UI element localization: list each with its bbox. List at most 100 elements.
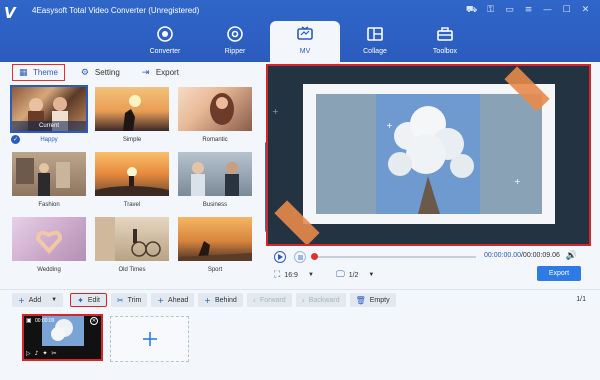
window-controls: ⛟ ⚿ ▭ ≡ — ☐ ✕ <box>463 3 594 17</box>
tv-icon <box>297 26 313 40</box>
theme-label: Happy <box>40 137 58 143</box>
play-icon <box>278 254 283 260</box>
clip-item[interactable]: ▣ 00:00:09 ✕ ▷ ♪ ✦ ✂ <box>22 314 103 361</box>
forward-button[interactable]: ‹ Forward <box>246 293 292 307</box>
plus-icon: + <box>18 295 25 305</box>
theme-thumbnail: Current <box>10 85 88 133</box>
thumbnail-image <box>95 217 161 261</box>
video-icon: ▣ <box>26 317 32 324</box>
sub-tabs: ▦ Theme ⚙ Setting ⇥ Export <box>12 64 185 81</box>
theme-panel: ▦ Theme ⚙ Setting ⇥ Export Current ✓ Hap… <box>8 62 268 284</box>
aspect-ratio-select[interactable]: ⛶ 16:9 ▼ <box>274 270 314 280</box>
ahead-button[interactable]: + Ahead <box>151 293 195 307</box>
cart-icon[interactable]: ⛟ <box>463 3 480 17</box>
tab-mv[interactable]: MV <box>270 21 340 62</box>
theme-fashion[interactable]: Fashion <box>12 152 86 217</box>
progress-handle[interactable] <box>311 253 318 260</box>
check-icon: ✓ <box>11 135 20 144</box>
subtab-label: Export <box>155 68 179 77</box>
tab-collage[interactable]: Collage <box>340 21 410 62</box>
app-title: 4Easysoft Total Video Converter (Unregis… <box>32 6 200 15</box>
theme-old-times[interactable]: Old Times <box>95 217 169 282</box>
play-icon[interactable]: ▷ <box>26 350 31 357</box>
progress-bar[interactable] <box>311 253 476 260</box>
thumbnail-image <box>95 167 169 196</box>
play-button[interactable] <box>274 251 286 263</box>
close-icon[interactable]: ✕ <box>577 3 594 17</box>
add-clip-button[interactable] <box>110 316 189 362</box>
tab-ripper[interactable]: Ripper <box>200 21 270 62</box>
theme-label: Romantic <box>202 137 228 143</box>
page-select[interactable]: 🖵 1/2 ▼ <box>336 270 374 280</box>
theme-wedding[interactable]: Wedding <box>12 217 86 282</box>
maximize-icon[interactable]: ☐ <box>558 3 575 17</box>
thumbnail-image <box>178 241 252 261</box>
subtab-export[interactable]: ⇥ Export <box>136 64 185 81</box>
theme-label: Simple <box>122 137 142 143</box>
plus-ahead-icon: + <box>157 295 165 305</box>
subtab-setting[interactable]: ⚙ Setting <box>75 64 126 81</box>
theme-simple[interactable]: Simple <box>95 87 169 152</box>
thumbnail-image <box>191 162 239 196</box>
theme-thumbnail <box>178 152 252 196</box>
tab-toolbox[interactable]: Toolbox <box>410 21 480 62</box>
scissors-icon: ✂ <box>116 295 124 305</box>
minimize-icon[interactable]: — <box>539 3 556 17</box>
stop-button[interactable] <box>294 251 306 263</box>
theme-thumbnail <box>95 87 169 131</box>
button-label: Ahead <box>168 296 189 304</box>
scissors-icon[interactable]: ✂ <box>52 350 57 357</box>
tab-label: Converter <box>149 48 181 55</box>
svg-text:+: + <box>386 121 393 130</box>
theme-travel[interactable]: Travel <box>95 152 169 217</box>
plus-behind-icon: + <box>204 295 211 305</box>
theme-label: Fashion <box>38 202 60 208</box>
clip-toolbar: + Add ▼ ✦ Edit ✂ Trim + Ahead + Behind ‹… <box>12 293 396 307</box>
theme-business[interactable]: Business <box>178 152 252 217</box>
trim-button[interactable]: ✂ Trim <box>110 293 148 307</box>
clip-duration: 00:00:09 <box>35 318 55 324</box>
subtab-label: Theme <box>33 68 58 77</box>
menu-icon[interactable]: ≡ <box>520 3 537 17</box>
theme-label: Wedding <box>37 267 61 273</box>
stop-icon <box>297 254 303 260</box>
key-icon[interactable]: ⚿ <box>482 3 499 17</box>
close-icon[interactable]: ✕ <box>90 317 98 325</box>
volume-icon[interactable]: ♪ <box>35 350 39 357</box>
tab-label: Ripper <box>224 48 246 55</box>
theme-thumbnail <box>178 87 252 131</box>
export-button[interactable]: Export <box>537 266 581 281</box>
tab-label: MV <box>299 48 311 55</box>
video-preview: + + + <box>266 64 591 246</box>
tab-converter[interactable]: Converter <box>130 21 200 62</box>
add-button[interactable]: + Add ▼ <box>12 293 64 307</box>
subtab-theme[interactable]: ▦ Theme <box>12 64 65 81</box>
theme-thumbnail <box>12 152 86 196</box>
magic-wand-icon[interactable]: ✦ <box>42 350 47 357</box>
feedback-icon[interactable]: ▭ <box>501 3 518 17</box>
theme-romantic[interactable]: Romantic <box>178 87 252 152</box>
theme-happy[interactable]: Current ✓ Happy <box>10 85 88 152</box>
button-label: Backward <box>308 296 340 304</box>
thumbnail-image <box>210 93 234 125</box>
edit-button[interactable]: ✦ Edit <box>70 293 107 307</box>
total-time: /00:00:09.06 <box>520 252 560 259</box>
app-logo-icon: V <box>4 4 16 22</box>
button-label: Add <box>28 296 42 304</box>
theme-sport[interactable]: Sport <box>178 217 252 282</box>
volume-icon[interactable]: 🔊 <box>566 251 577 261</box>
title-bar: V 4Easysoft Total Video Converter (Unreg… <box>0 0 600 62</box>
time-display: 00:00:00.00/00:00:09.06 <box>484 252 560 259</box>
theme-grid: Current ✓ Happy Simple Romantic Fashion … <box>10 85 252 282</box>
backward-button[interactable]: › Backward <box>295 293 346 307</box>
empty-button[interactable]: 🗑 Empty <box>349 293 396 307</box>
theme-thumbnail <box>95 217 169 261</box>
behind-button[interactable]: + Behind <box>198 293 243 307</box>
grid-icon: ▦ <box>19 67 28 78</box>
main-nav: Converter Ripper MV Collage Toolbox <box>130 21 480 62</box>
page-value: 1/2 <box>348 271 359 279</box>
converter-icon <box>157 26 173 42</box>
ratio-value: 16:9 <box>284 271 298 279</box>
forward-icon: ‹ <box>252 295 256 305</box>
trash-icon: 🗑 <box>355 295 366 305</box>
